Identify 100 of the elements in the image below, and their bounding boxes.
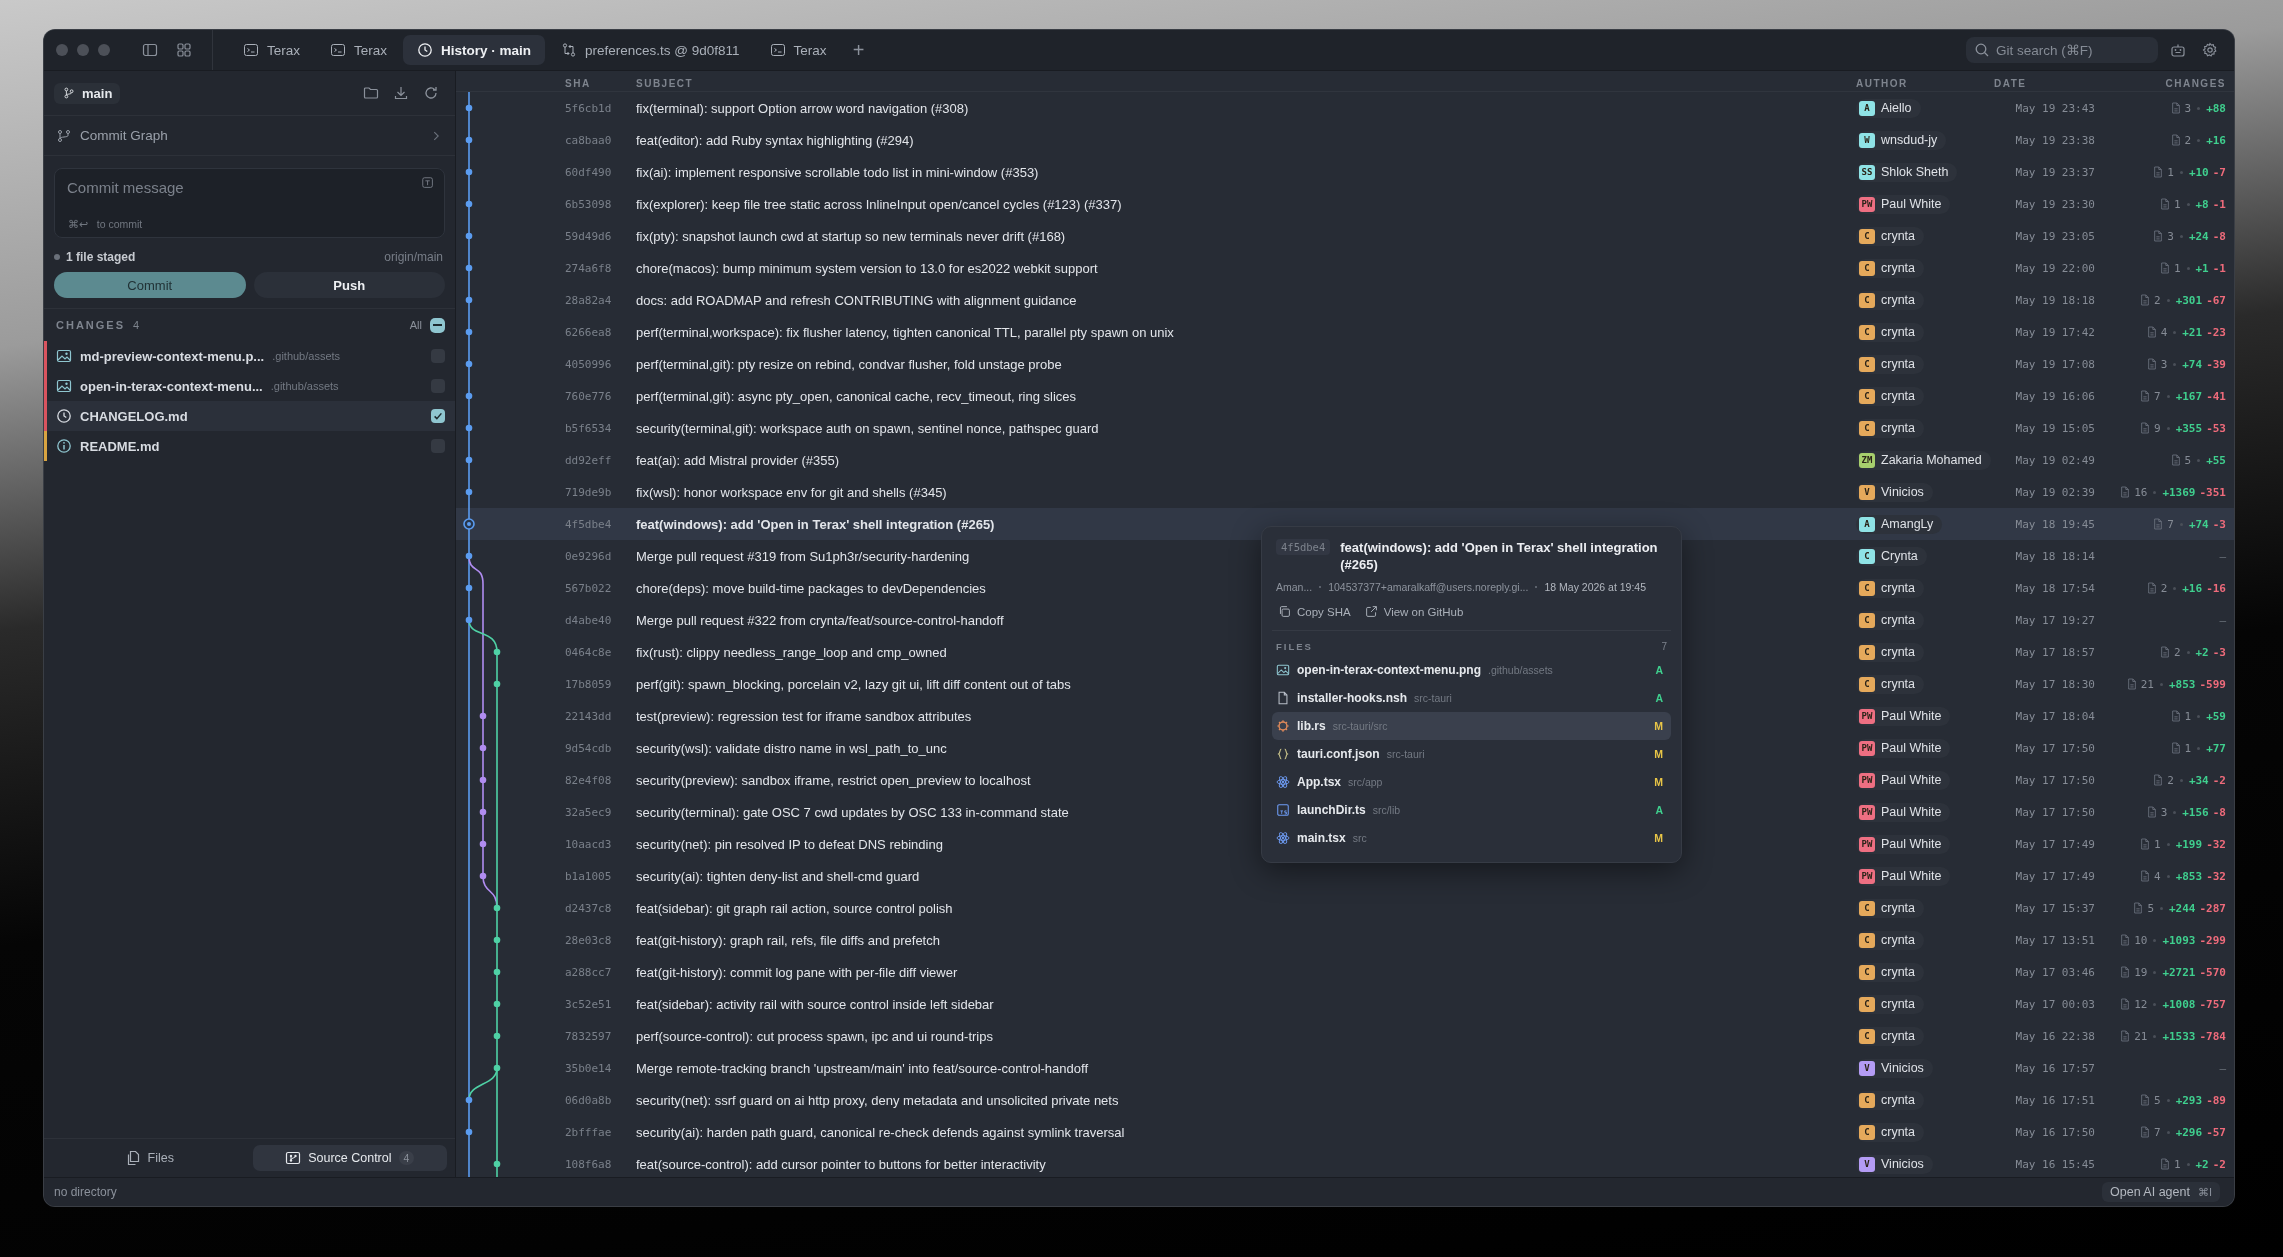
commit-sha: 4050996 [565, 357, 613, 371]
copy-sha-button[interactable]: Copy SHA [1278, 603, 1351, 620]
branch-selector[interactable]: main [54, 82, 121, 104]
commit-date: May 19 23:30 [2014, 197, 2095, 211]
commit-subject: docs: add ROADMAP and refresh CONTRIBUTING with alignment guidance [636, 292, 1077, 308]
file-row[interactable]: App.tsx src/app M [1272, 768, 1671, 796]
commit-dot [493, 936, 501, 944]
deletions: -16 [2206, 581, 2226, 595]
commit-subject: security(preview): sandbox iframe, restrict open_preview to localhost [636, 772, 1031, 788]
additions: +2 [2195, 1157, 2209, 1171]
file-icon [2170, 134, 2181, 146]
commit-dot [479, 840, 487, 848]
no-changes: – [2219, 549, 2226, 563]
refresh-icon[interactable] [423, 85, 439, 101]
commit-date: May 17 17:49 [2014, 837, 2095, 851]
file-count: 5 [2147, 901, 2154, 915]
author-chip: C crynta [1856, 322, 1925, 342]
file-count: 7 [2154, 1125, 2161, 1139]
open-agent-button[interactable]: Open AI agent ⌘I [2102, 1182, 2220, 1202]
author-chip: C crynta [1856, 962, 1925, 982]
author-avatar: PW [1859, 740, 1875, 756]
column-header: DATE [1993, 78, 2028, 89]
commit-dot [465, 104, 473, 112]
tab[interactable]: preferences.ts @ 9d0f811 [547, 35, 754, 65]
file-count: 3 [2160, 805, 2168, 819]
file-count: 16 [2134, 485, 2148, 499]
selected-commit-dot[interactable] [463, 518, 475, 530]
commit-subject: fix(explorer): keep file tree static across InlineInput open/cancel cycles (#123) (#337) [636, 196, 1122, 212]
shortcut-key: ⌘I [2197, 1185, 2212, 1199]
author-avatar: PW [1859, 708, 1875, 724]
commit-sha: 567b022 [565, 581, 613, 595]
file-row[interactable]: open-in-terax-context-menu.png .github/assets A [1272, 656, 1671, 684]
commit-date: May 16 17:57 [2014, 1061, 2095, 1075]
commit-button[interactable]: Commit [54, 272, 246, 298]
author-chip: C crynta [1856, 226, 1925, 246]
author-chip: PW Paul White [1856, 802, 1951, 822]
file-row[interactable]: tauri.conf.json src-tauri M [1272, 740, 1671, 768]
tab[interactable]: Terax [229, 35, 314, 65]
changed-file-row[interactable]: README.md [44, 431, 455, 461]
file-count: 1 [2173, 197, 2181, 211]
commit-graph-link[interactable]: Commit Graph [44, 116, 455, 156]
commit-sha: 2bfffae [565, 1125, 613, 1139]
robot-icon[interactable] [2170, 42, 2186, 58]
file-row[interactable]: launchDir.ts src/lib A [1272, 796, 1671, 824]
file-row[interactable]: main.tsx src M [1272, 824, 1671, 852]
selected-commit-row[interactable]: 4f5dbe4 feat(windows): add 'Open in Terax' shell integration (#265) A AmangLy May 18 19:45 7 +74 -3 [456, 508, 2234, 540]
grid-icon[interactable] [176, 42, 192, 58]
commit-subject: test(preview): regression test for iframe sandbox attributes [636, 708, 972, 724]
commit-sha: 60df490 [565, 165, 613, 179]
author-avatar: W [1859, 132, 1875, 148]
changed-file-row[interactable]: CHANGELOG.md [44, 401, 455, 431]
commit-date: May 19 17:08 [2014, 357, 2095, 371]
additions: +59 [2206, 709, 2226, 723]
copy-icon [1278, 605, 1291, 618]
commit-sha: 7832597 [565, 1029, 613, 1043]
commit-subject: perf(terminal,git): pty resize on rebind, condvar flusher, fold unstage probe [636, 356, 1062, 372]
file-count: 2 [2167, 773, 2174, 787]
folder-icon[interactable] [363, 85, 379, 101]
text-format-icon[interactable] [421, 176, 435, 190]
author-chip: C crynta [1856, 578, 1925, 598]
file-row[interactable]: installer-hooks.nsh src-tauri A [1272, 684, 1671, 712]
download-icon[interactable] [393, 85, 409, 101]
view-on-github-link[interactable]: View on GitHub [1364, 603, 1464, 620]
author-chip: C crynta [1856, 674, 1925, 694]
settings-icon[interactable] [2202, 42, 2218, 58]
sidebar-tab[interactable]: Files [52, 1145, 247, 1171]
author-avatar: PW [1859, 772, 1875, 788]
file-count: 1 [2154, 837, 2161, 851]
file-icon [2146, 358, 2157, 370]
commit-date: May 17 00:03 [2014, 997, 2095, 1011]
tab[interactable]: History · main [403, 35, 546, 65]
tab[interactable]: Terax [755, 35, 841, 65]
author-avatar: C [1859, 996, 1875, 1012]
commit-subject: feat(git-history): commit log pane with per-file diff viewer [636, 964, 958, 980]
atom-icon [1276, 831, 1290, 845]
tab[interactable]: Terax [316, 35, 402, 65]
push-button[interactable]: Push [253, 272, 445, 298]
sidebar-tab[interactable]: Source Control 4 [252, 1145, 447, 1171]
author-chip: C crynta [1856, 1090, 1925, 1110]
select-all-checkbox[interactable] [430, 317, 445, 333]
file-status: M [1654, 748, 1663, 760]
author-chip: PW Paul White [1856, 706, 1951, 726]
author-avatar: C [1859, 388, 1875, 404]
additions: +853 [2169, 677, 2196, 691]
file-icon [2120, 998, 2131, 1010]
author-avatar: A [1859, 100, 1875, 116]
new-tab-button[interactable]: + [842, 38, 875, 62]
commit-date: May 19 17:42 [2014, 325, 2095, 339]
commit-sha: 06d0a8b [565, 1093, 613, 1107]
commit-subject: feat(git-history): graph rail, refs, file diffs and prefetch [636, 932, 940, 948]
sidebar-toggle-icon[interactable] [142, 42, 158, 58]
commit-sha: 4f5dbe4 [565, 517, 613, 531]
file-count: 2 [2154, 293, 2161, 307]
checkbox[interactable] [431, 409, 445, 423]
search-field[interactable]: Git search (⌘F) [1966, 37, 2158, 63]
commit-dot [479, 872, 487, 880]
file-row[interactable]: lib.rs src-tauri/src M [1272, 712, 1671, 740]
file-path: src-tauri [1386, 748, 1425, 760]
changed-file-row[interactable]: md-preview-context-menu.p... .github/assets [44, 341, 455, 371]
author-chip: V Vinicios [1856, 1154, 1933, 1174]
